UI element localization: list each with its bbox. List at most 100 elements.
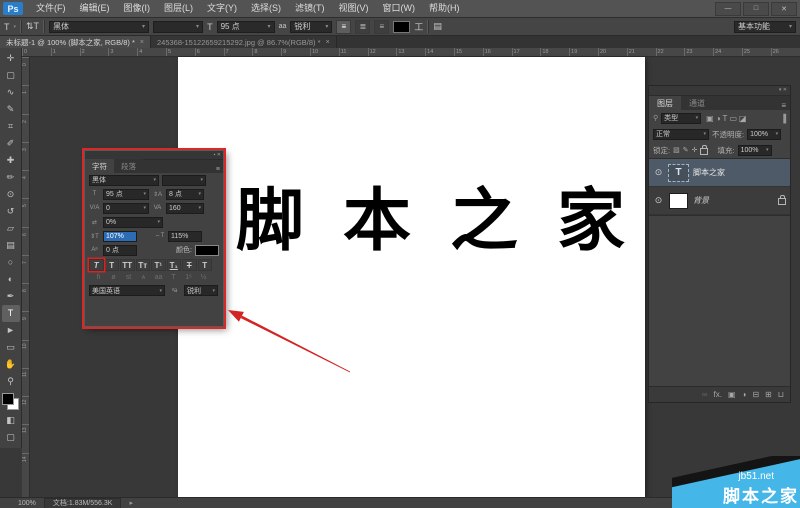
close-button[interactable]: ✕ — [771, 2, 797, 16]
align-center-button[interactable]: ≣ — [355, 20, 370, 34]
warp-text-icon[interactable]: 工 — [414, 20, 423, 33]
panel-dock-bar[interactable]: ▾ ✕ — [649, 86, 790, 96]
adjustment-layer-icon[interactable]: ◑ — [742, 390, 747, 399]
quick-mask-button[interactable]: ◧ — [2, 412, 20, 429]
clone-stamp-tool-icon[interactable]: ⊙ — [2, 186, 20, 203]
baseline-shift-input[interactable]: 0 点 — [103, 245, 137, 256]
panel-tab[interactable]: 通道 — [681, 96, 713, 110]
document-tab[interactable]: 未标题-1 @ 100% (脚本之家, RGB/8) * × — [0, 36, 151, 48]
eyedropper-tool-icon[interactable]: ✐ — [2, 135, 20, 152]
language-select[interactable]: 美国英语 — [89, 285, 165, 296]
healing-brush-tool-icon[interactable]: ✚ — [2, 152, 20, 169]
opentype-button[interactable]: fi — [93, 274, 104, 281]
screen-mode-button[interactable]: ▢ — [2, 429, 20, 446]
layer-row[interactable]: ⊙ 脚本之家 — [649, 159, 790, 187]
tab-close-icon[interactable]: × — [140, 39, 144, 46]
visibility-eye-icon[interactable]: ⊙ — [653, 167, 664, 178]
panel-menu-icon[interactable]: ≡ — [777, 101, 790, 110]
opentype-button[interactable]: aa — [153, 274, 164, 281]
opentype-button[interactable]: ø — [108, 274, 119, 281]
maximize-button[interactable]: □ — [743, 2, 769, 16]
menu-item[interactable]: 窗口(W) — [376, 0, 423, 17]
proportional-spacing-select[interactable]: 0% — [103, 217, 163, 228]
filter-smartobject-icon[interactable]: ◪ — [739, 114, 747, 123]
font-family-select[interactable]: 黑体 — [49, 21, 149, 33]
fill-select[interactable]: 100% — [738, 145, 772, 156]
anti-alias-select[interactable]: 锐利 — [184, 285, 218, 296]
hand-tool-icon[interactable]: ✋ — [2, 356, 20, 373]
move-tool-icon[interactable]: ✛ — [2, 50, 20, 67]
horizontal-scale-input[interactable]: 115% — [168, 231, 202, 242]
document-tab[interactable]: 245368-15122659215292.jpg @ 86.7%(RGB/8)… — [151, 36, 337, 48]
blend-mode-select[interactable]: 正常 — [653, 129, 709, 140]
layer-thumbnail[interactable] — [669, 165, 688, 181]
zoom-tool-icon[interactable]: ⚲ — [2, 373, 20, 390]
strikethrough-button[interactable]: T — [198, 259, 213, 271]
faux-italic-button[interactable]: T — [105, 259, 120, 271]
menu-item[interactable]: 帮助(H) — [422, 0, 467, 17]
opentype-button[interactable]: ᴀ — [138, 274, 149, 281]
kerning-select[interactable]: 0 — [103, 203, 149, 214]
anti-alias-select[interactable]: 锐利 — [290, 21, 332, 33]
type-tool-icon[interactable]: T — [2, 305, 20, 322]
layer-mask-icon[interactable]: ▣ — [728, 390, 736, 399]
lock-all-icon[interactable] — [700, 148, 708, 155]
leading-select[interactable]: 8 点 — [166, 189, 204, 200]
layer-thumbnail[interactable] — [669, 193, 688, 209]
opentype-button[interactable]: ½ — [198, 274, 209, 281]
filter-adjustment-icon[interactable]: ◑ — [716, 114, 721, 123]
text-color-swatch[interactable] — [195, 245, 219, 256]
tracking-select[interactable]: 160 — [166, 203, 204, 214]
dodge-tool-icon[interactable]: ◐ — [2, 271, 20, 288]
menu-item[interactable]: 文件(F) — [29, 0, 73, 17]
superscript-button[interactable]: T¹ — [151, 259, 166, 271]
history-brush-tool-icon[interactable]: ↺ — [2, 203, 20, 220]
opentype-button[interactable]: st — [123, 274, 134, 281]
filter-type-icon[interactable]: T — [723, 114, 728, 123]
underline-button[interactable]: T — [182, 259, 197, 271]
lock-position-icon[interactable]: ✛ — [692, 146, 698, 154]
quick-selection-tool-icon[interactable]: ✎ — [2, 101, 20, 118]
opentype-button[interactable]: 1ˢ — [183, 274, 194, 281]
blur-tool-icon[interactable]: ○ — [2, 254, 20, 271]
lasso-tool-icon[interactable]: ∿ — [2, 84, 20, 101]
vertical-ruler[interactable]: 01234567891011121314 — [22, 57, 30, 497]
new-layer-icon[interactable]: ⊞ — [765, 390, 772, 399]
all-caps-button[interactable]: TT — [120, 259, 135, 271]
opentype-button[interactable]: T — [168, 274, 179, 281]
eraser-tool-icon[interactable]: ▱ — [2, 220, 20, 237]
menu-item[interactable]: 文字(Y) — [200, 0, 244, 17]
filter-toggle-icon[interactable]: ▐ — [780, 114, 786, 123]
tool-preset-arrow-icon[interactable]: ▾ — [14, 24, 17, 30]
faux-bold-button[interactable]: T — [89, 259, 104, 271]
align-left-button[interactable]: ≡ — [336, 20, 351, 34]
panel-tab[interactable]: 图层 — [649, 96, 681, 110]
layer-filter-select[interactable]: 类型 — [661, 113, 701, 124]
status-options-arrow-icon[interactable]: ▸ — [129, 499, 133, 507]
horizontal-ruler[interactable]: 0123456789101112131415161718192021222324… — [22, 48, 800, 57]
panel-tab[interactable]: 段落 — [114, 159, 143, 173]
menu-item[interactable]: 图像(I) — [117, 0, 158, 17]
crop-tool-icon[interactable]: ⌗ — [2, 118, 20, 135]
font-family-select[interactable]: 黑体 — [89, 175, 159, 186]
marquee-tool-icon[interactable]: ▢ — [2, 67, 20, 84]
visibility-eye-icon[interactable]: ⊙ — [653, 195, 664, 206]
font-style-select[interactable] — [162, 175, 206, 186]
layer-group-icon[interactable]: ⊟ — [752, 390, 759, 399]
menu-item[interactable]: 视图(V) — [332, 0, 376, 17]
delete-layer-icon[interactable]: ⊔ — [778, 390, 784, 399]
foreground-color-swatch[interactable] — [2, 393, 14, 405]
font-size-select[interactable]: 95 点 — [217, 21, 275, 33]
lock-pixels-icon[interactable]: ✎ — [683, 146, 689, 154]
type-tool-preset-icon[interactable]: T — [4, 22, 10, 32]
layer-row[interactable]: ⊙ 背景 — [649, 187, 790, 215]
layer-style-icon[interactable]: fx. — [713, 390, 721, 399]
pen-tool-icon[interactable]: ✒ — [2, 288, 20, 305]
small-caps-button[interactable]: Tᴛ — [136, 259, 151, 271]
document-canvas[interactable]: 脚本之家 — [178, 57, 645, 497]
menu-item[interactable]: 图层(L) — [157, 0, 200, 17]
font-style-select[interactable] — [153, 21, 203, 33]
panel-menu-icon[interactable]: ≡ — [213, 166, 223, 173]
tab-close-icon[interactable]: × — [326, 39, 330, 46]
font-size-select[interactable]: 95 点 — [103, 189, 149, 200]
